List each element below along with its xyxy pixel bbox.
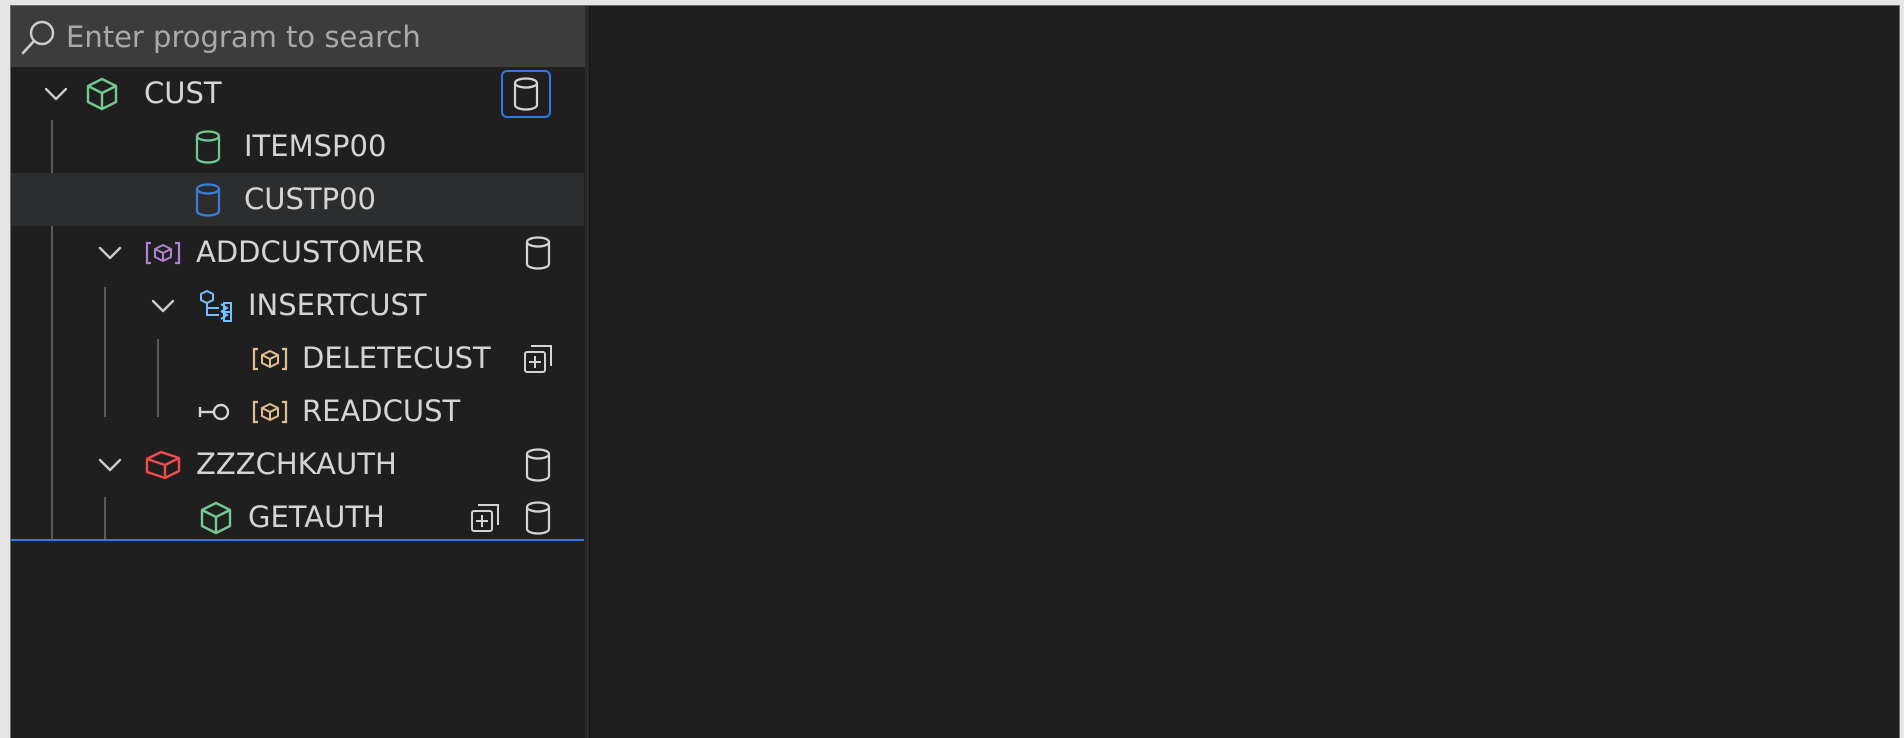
chevron-down-icon[interactable] (93, 236, 127, 270)
box-icon (144, 446, 182, 484)
tree-item-insertcust[interactable]: INSERTCUST (11, 279, 584, 332)
tree-item-label: ITEMSP00 (244, 129, 387, 163)
tree-item-readcust[interactable]: READCUST (11, 385, 584, 438)
tree-item-label: GETAUTH (248, 500, 385, 534)
chevron-down-icon[interactable] (93, 448, 127, 482)
expand-all-icon (471, 504, 499, 532)
database-icon (189, 128, 227, 166)
database-action-button[interactable] (501, 70, 551, 118)
tree-bottom-indicator (11, 539, 584, 541)
bracketed-box-icon (251, 340, 289, 378)
chevron-down-icon[interactable] (39, 77, 73, 111)
expand-action-button[interactable] (513, 335, 563, 383)
search-box[interactable] (11, 6, 586, 67)
tree-item-label: CUST (144, 76, 222, 110)
program-tree-panel: CUST ITEMSP00 (11, 6, 586, 738)
chevron-down-icon[interactable] (146, 289, 180, 323)
tree-item-label: CUSTP00 (244, 182, 376, 216)
database-action-button[interactable] (513, 441, 563, 489)
tree-item-label: ADDCUSTOMER (196, 235, 425, 269)
database-icon (525, 501, 551, 535)
tree-item-label: INSERTCUST (248, 288, 427, 322)
tree-item-label: DELETECUST (302, 341, 491, 375)
search-input[interactable] (66, 6, 576, 67)
leaf-connector-icon (197, 395, 231, 429)
program-tree: CUST ITEMSP00 CUSTP00 ADDCUSTOMER INSERT… (11, 67, 584, 539)
details-pane (590, 6, 1899, 738)
tree-item-itemsp00[interactable]: ITEMSP00 (11, 120, 584, 173)
bracketed-box-icon (251, 393, 289, 431)
tree-item-custp00[interactable]: CUSTP00 (11, 173, 584, 226)
app-window: CUST ITEMSP00 (10, 5, 1900, 738)
tree-item-cust[interactable]: CUST (11, 67, 584, 120)
search-icon (19, 16, 59, 58)
box-icon (197, 499, 235, 537)
database-icon (513, 77, 539, 111)
type-hierarchy-icon (197, 287, 235, 325)
expand-action-button[interactable] (460, 494, 510, 542)
tree-item-label: READCUST (302, 394, 461, 428)
tree-item-zzzchkauth[interactable]: ZZZCHKAUTH (11, 438, 584, 491)
tree-item-getauth[interactable]: GETAUTH (11, 491, 584, 544)
expand-all-icon (524, 345, 552, 373)
database-action-button[interactable] (513, 494, 563, 542)
database-icon (189, 181, 227, 219)
tree-item-deletecust[interactable]: DELETECUST (11, 332, 584, 385)
database-icon (525, 236, 551, 270)
box-icon (83, 75, 121, 113)
bracketed-box-icon (144, 234, 182, 272)
database-icon (525, 448, 551, 482)
database-action-button[interactable] (513, 229, 563, 277)
tree-item-addcustomer[interactable]: ADDCUSTOMER (11, 226, 584, 279)
tree-item-label: ZZZCHKAUTH (196, 447, 397, 481)
